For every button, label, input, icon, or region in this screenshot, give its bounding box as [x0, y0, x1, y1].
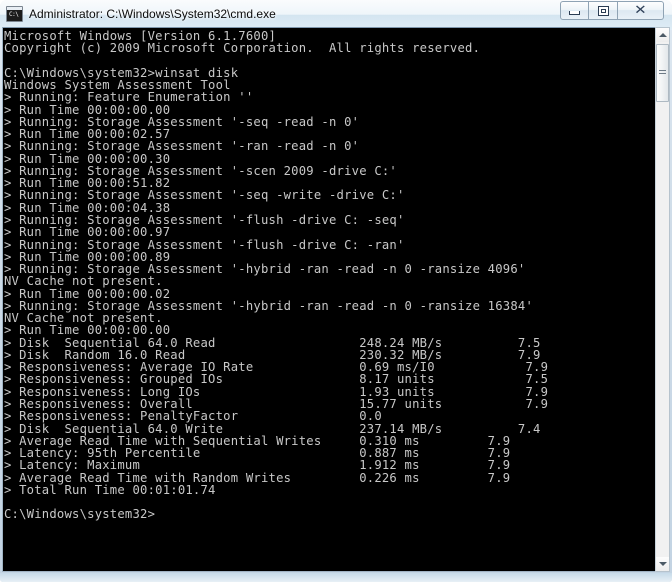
maximize-button[interactable]: [589, 1, 618, 20]
chevron-down-icon: [658, 562, 667, 566]
vertical-scrollbar[interactable]: [655, 27, 670, 572]
minimize-icon: [569, 10, 580, 15]
console-line: > Responsiveness: Grouped IOs 8.17 units…: [4, 372, 549, 387]
console-line: > Average Read Time with Random Writes 0…: [4, 470, 511, 485]
caption-button-group: ✕: [560, 1, 664, 20]
cmd-icon-titlebar-stripe: [7, 6, 22, 10]
console-line: C:\Windows\system32>: [4, 507, 156, 522]
cmd-icon-prompt-glyph: C:\: [9, 10, 19, 18]
console-line: > Latency: Maximum 1.912 ms 7.9: [4, 458, 511, 473]
minimize-button[interactable]: [560, 1, 589, 20]
close-button[interactable]: ✕: [618, 1, 664, 20]
console-line: Copyright (c) 2009 Microsoft Corporation…: [4, 41, 481, 56]
console-line: > Running: Storage Assessment '-ran -rea…: [4, 139, 360, 154]
scroll-up-button[interactable]: [656, 28, 669, 42]
console-line: > Running: Storage Assessment '-seq -wri…: [4, 188, 405, 203]
console-line: > Disk Sequential 64.0 Write 237.14 MB/s…: [4, 421, 541, 436]
console-line: > Running: Feature Enumeration '': [4, 90, 254, 105]
cmd-window: C:\ Administrator: C:\Windows\System32\c…: [0, 0, 672, 582]
window-bottom-border: [0, 573, 672, 582]
console-line: NV Cache not present.: [4, 274, 163, 289]
console-line: > Run Time 00:00:00.02: [4, 286, 171, 301]
console-line: > Run Time 00:00:00.00: [4, 323, 171, 338]
console-output: Microsoft Windows [Version 6.1.7600] Copy…: [4, 30, 652, 521]
scrollbar-grip-icon: [659, 70, 666, 76]
window-title: Administrator: C:\Windows\System32\cmd.e…: [29, 6, 276, 21]
console-line: > Responsiveness: PenaltyFactor 0.0: [4, 409, 382, 424]
maximize-icon: [597, 5, 609, 16]
console-line: > Running: Storage Assessment '-flush -d…: [4, 237, 405, 252]
close-icon: ✕: [634, 3, 647, 18]
scroll-down-button[interactable]: [656, 557, 669, 571]
chevron-up-icon: [658, 33, 667, 37]
scrollbar-thumb[interactable]: [656, 44, 669, 102]
console-client-area[interactable]: Microsoft Windows [Version 6.1.7600] Copy…: [2, 27, 657, 572]
console-line: > Run Time 00:00:00.97: [4, 225, 171, 240]
console-line: > Total Run Time 00:01:01.74: [4, 482, 216, 497]
cmd-console-icon: C:\: [6, 5, 23, 22]
